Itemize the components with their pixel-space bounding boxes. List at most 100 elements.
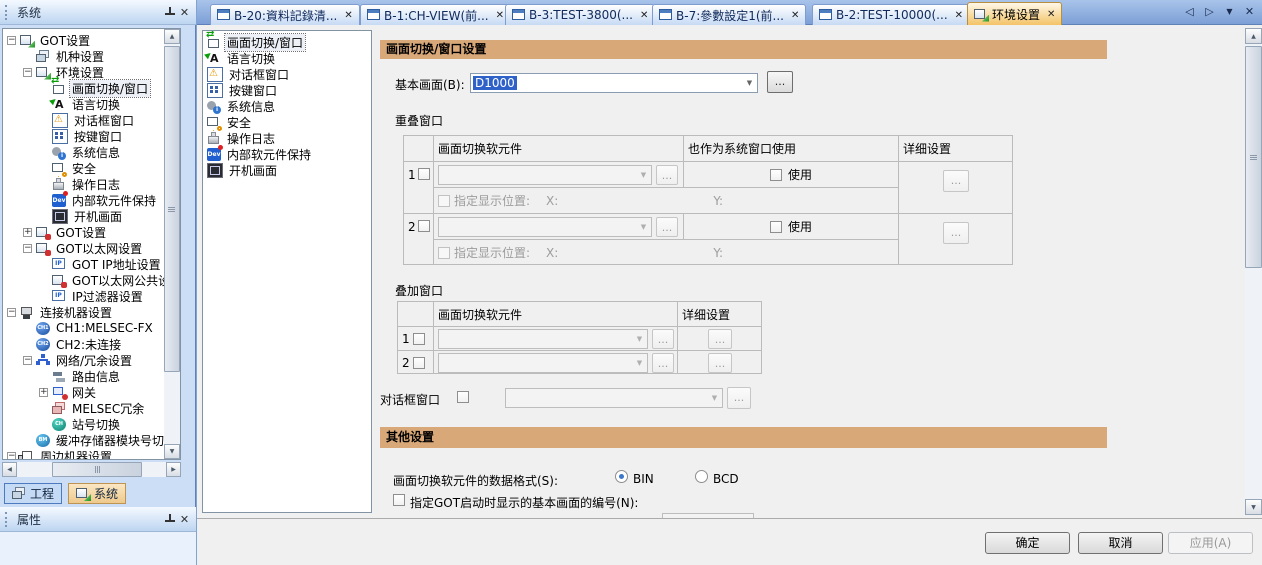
chevron-down-icon[interactable]: ▼	[707, 389, 722, 407]
tree-item[interactable]: 对话框窗口	[52, 112, 136, 128]
row-1-device-browse-button[interactable]: ...	[656, 165, 678, 185]
tree-item[interactable]: CH2:未连接	[36, 336, 123, 352]
superimpose-2-checkbox[interactable]	[413, 357, 425, 369]
tree-item[interactable]: CH1:MELSEC-FX	[36, 320, 155, 336]
tree-item[interactable]: +GOT设置	[23, 224, 108, 240]
superimpose-1-combobox[interactable]: ▼	[438, 329, 648, 349]
base-screen-browse-button[interactable]: ...	[767, 71, 793, 93]
list-item[interactable]: 操作日志	[207, 130, 277, 146]
panel-grip[interactable]	[5, 512, 11, 527]
superimpose-2-detail-button[interactable]: ...	[708, 353, 732, 373]
list-item[interactable]: 开机画面	[207, 162, 279, 178]
chevron-down-icon[interactable]: ▼	[632, 354, 647, 372]
doc-tab-b3[interactable]: B-3:TEST-3800(...✕	[505, 4, 655, 25]
row-2-enable-checkbox[interactable]	[418, 220, 430, 232]
chevron-down-icon[interactable]: ▼	[742, 74, 757, 92]
close-icon[interactable]: ✕	[177, 5, 192, 20]
superimpose-1-browse-button[interactable]: ...	[652, 329, 674, 349]
tree-item[interactable]: 开机画面	[52, 208, 124, 224]
tree-item[interactable]: −GOT设置	[7, 32, 92, 48]
list-item[interactable]: 按键窗口	[207, 82, 279, 98]
row-2-use-checkbox[interactable]	[770, 221, 782, 233]
row-2-detail-button[interactable]: ...	[943, 222, 969, 244]
cancel-button[interactable]: 取消	[1078, 532, 1163, 554]
chevron-down-icon[interactable]: ▼	[636, 218, 651, 236]
dock-tab-system[interactable]: 系统	[68, 483, 126, 504]
scroll-down-icon[interactable]: ▼	[164, 444, 180, 459]
row-1-enable-checkbox[interactable]	[418, 168, 430, 180]
scroll-left-icon[interactable]: ◀	[2, 462, 17, 477]
tree-item[interactable]: 站号切换	[52, 416, 122, 432]
tree-item[interactable]: −连接机器设置	[7, 304, 114, 320]
row-2-position-checkbox[interactable]	[438, 247, 450, 259]
tree-item[interactable]: 缓冲存储器模块号切换	[36, 432, 178, 448]
tree-item[interactable]: GOT IP地址设置	[52, 256, 163, 272]
dialog-window-checkbox[interactable]	[457, 391, 469, 403]
tree-item[interactable]: 操作日志	[52, 176, 122, 192]
doc-tab-b20[interactable]: B-20:資料記錄清...✕	[210, 4, 360, 25]
close-tab-icon[interactable]: ✕	[640, 10, 648, 21]
scrollbar-thumb[interactable]	[52, 462, 142, 477]
row-1-device-combobox[interactable]: ▼	[438, 165, 652, 185]
pin-icon[interactable]	[162, 512, 177, 527]
dialog-window-combobox[interactable]: ▼	[505, 388, 723, 408]
pin-icon[interactable]	[162, 5, 177, 20]
tree-item[interactable]: 机种设置	[36, 48, 106, 64]
close-tab-icon[interactable]: ✕	[1047, 9, 1055, 20]
tree-item[interactable]: 内部软元件保持	[52, 192, 158, 208]
close-icon[interactable]: ✕	[177, 512, 192, 527]
expand-icon[interactable]: +	[23, 228, 32, 237]
tree-item[interactable]: MELSEC冗余	[52, 400, 146, 416]
superimpose-1-detail-button[interactable]: ...	[708, 329, 732, 349]
ok-button[interactable]: 确定	[985, 532, 1070, 554]
row-1-detail-button[interactable]: ...	[943, 170, 969, 192]
previous-tab-icon[interactable]: ◁	[1183, 5, 1196, 19]
close-tab-icon[interactable]: ✕	[344, 10, 352, 21]
chevron-down-icon[interactable]: ▼	[636, 166, 651, 184]
tree-item[interactable]: 安全	[52, 160, 98, 176]
tree-item[interactable]: −环境设置	[23, 64, 106, 80]
tree-item[interactable]: −周边机器设置	[7, 448, 114, 460]
base-screen-combobox[interactable]: D1000 ▼	[470, 73, 758, 93]
list-item[interactable]: 语言切换	[207, 50, 277, 66]
scrollbar-thumb[interactable]	[164, 46, 180, 372]
expand-icon[interactable]: +	[39, 388, 48, 397]
chevron-down-icon[interactable]: ▼	[632, 330, 647, 348]
close-tab-icon[interactable]: ✕	[791, 10, 799, 21]
next-tab-icon[interactable]: ▷	[1203, 5, 1216, 19]
list-item[interactable]: 画面切换/窗口	[207, 34, 305, 50]
close-tab-icon[interactable]: ✕	[496, 10, 504, 21]
collapse-icon[interactable]: −	[7, 36, 16, 45]
scrollbar-thumb[interactable]	[1245, 46, 1262, 268]
tree-item[interactable]: 画面切换/窗口	[52, 80, 150, 96]
doc-tab-b1[interactable]: B-1:CH-VIEW(前...✕	[360, 4, 511, 25]
bcd-radio[interactable]	[695, 470, 708, 483]
tree-item[interactable]: 按键窗口	[52, 128, 124, 144]
tab-list-dropdown-icon[interactable]: ▼	[1223, 5, 1236, 19]
collapse-icon[interactable]: −	[23, 68, 32, 77]
row-2-device-browse-button[interactable]: ...	[656, 217, 678, 237]
scroll-right-icon[interactable]: ▶	[166, 462, 181, 477]
tree-item[interactable]: 语言切换	[52, 96, 122, 112]
scroll-up-icon[interactable]: ▲	[164, 29, 180, 44]
list-item[interactable]: 内部软元件保持	[207, 146, 313, 162]
list-item[interactable]: 对话框窗口	[207, 66, 291, 82]
row-2-device-combobox[interactable]: ▼	[438, 217, 652, 237]
panel-grip[interactable]	[5, 5, 11, 20]
tree-item[interactable]: GOT以太网公共设置	[52, 272, 181, 288]
doc-tab-b7[interactable]: B-7:參數設定1(前...✕	[652, 4, 806, 25]
superimpose-2-browse-button[interactable]: ...	[652, 353, 674, 373]
scroll-down-icon[interactable]: ▼	[1245, 499, 1262, 515]
collapse-icon[interactable]: −	[23, 356, 32, 365]
doc-tab-environment-settings[interactable]: 环境设置✕	[967, 2, 1062, 25]
bin-radio[interactable]	[615, 470, 628, 483]
collapse-icon[interactable]: −	[7, 452, 16, 461]
startup-screen-checkbox[interactable]	[393, 494, 405, 506]
collapse-icon[interactable]: −	[7, 308, 16, 317]
superimpose-1-checkbox[interactable]	[413, 333, 425, 345]
list-item[interactable]: 系统信息	[207, 98, 277, 114]
row-1-use-checkbox[interactable]	[770, 169, 782, 181]
tree-item[interactable]: −网络/冗余设置	[23, 352, 134, 368]
superimpose-2-combobox[interactable]: ▼	[438, 353, 648, 373]
close-document-icon[interactable]: ✕	[1243, 5, 1256, 19]
